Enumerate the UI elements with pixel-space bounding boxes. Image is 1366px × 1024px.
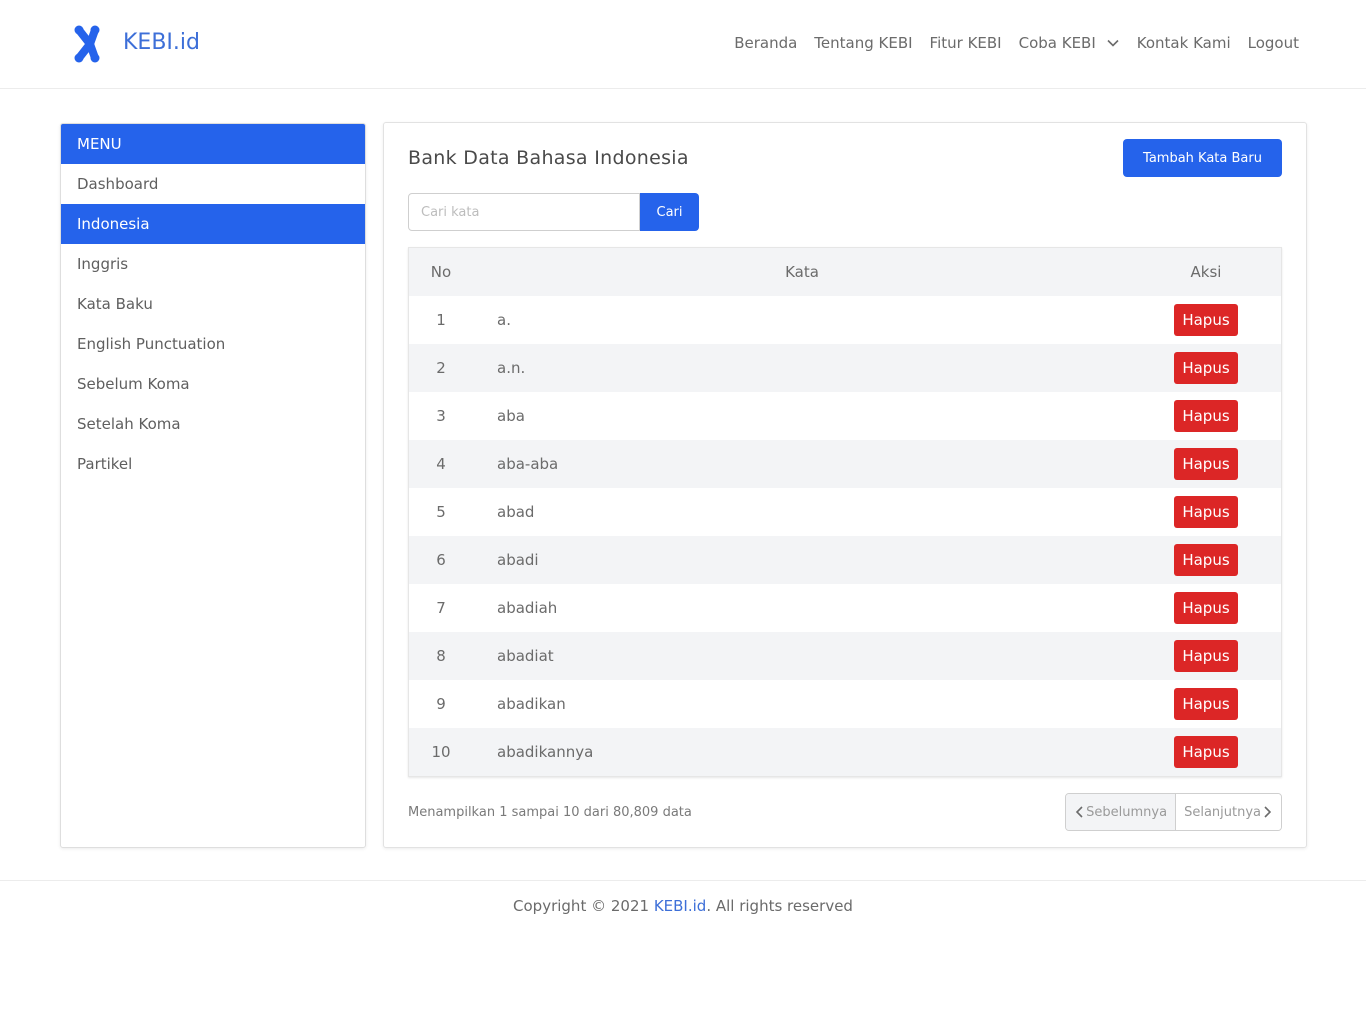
nav-beranda[interactable]: Beranda [734,34,797,52]
nav-coba-kebi[interactable]: Coba KEBI [1019,34,1120,52]
sidebar-item-sebelum-koma[interactable]: Sebelum Koma [61,364,365,404]
footer-copyright-suffix: . All rights reserved [706,897,853,915]
sidebar-item-setelah-koma[interactable]: Setelah Koma [61,404,365,444]
row-word: a.n. [497,359,526,377]
table-header-row: No Kata Aksi [409,248,1281,296]
sidebar-menu: MENU Dashboard Indonesia Inggris Kata Ba… [60,123,366,848]
table-row: 1 a. Hapus [409,296,1281,344]
search-input[interactable] [408,193,640,231]
delete-button[interactable]: Hapus [1174,736,1238,768]
delete-button[interactable]: Hapus [1174,544,1238,576]
row-word: aba [497,407,525,425]
row-number: 10 [431,743,451,761]
row-number: 7 [436,599,446,617]
pagination-info: Menampilkan 1 sampai 10 dari 80,809 data [408,805,692,820]
delete-button[interactable]: Hapus [1174,688,1238,720]
chevron-left-icon [1076,806,1083,818]
word-table: No Kata Aksi 1 a. Hapus 2 a.n. Hapus 3 a… [409,248,1281,776]
chevron-down-icon [1107,39,1119,47]
nav-logout[interactable]: Logout [1248,34,1299,52]
row-number: 8 [436,647,446,665]
delete-button[interactable]: Hapus [1174,640,1238,672]
nav-kontak-kami[interactable]: Kontak Kami [1137,34,1231,52]
table-row: 8 abadiat Hapus [409,632,1281,680]
row-word: abadikannya [497,743,594,761]
table-row: 5 abad Hapus [409,488,1281,536]
previous-page-label: Sebelumnya [1086,804,1168,820]
kebi-x-logo-icon[interactable] [72,24,102,64]
delete-button[interactable]: Hapus [1174,304,1238,336]
row-number: 4 [436,455,446,473]
nav-tentang-kebi[interactable]: Tentang KEBI [814,34,912,52]
row-number: 1 [436,311,446,329]
row-word: aba-aba [497,455,559,473]
table-row: 2 a.n. Hapus [409,344,1281,392]
footer: Copyright © 2021 KEBI.id. All rights res… [0,880,1366,940]
search-button[interactable]: Cari [640,193,699,231]
sidebar-item-dashboard[interactable]: Dashboard [61,164,365,204]
row-word: a. [497,311,511,329]
main-nav: Beranda Tentang KEBI Fitur KEBI Coba KEB… [717,34,1299,52]
sidebar-item-kata-baku[interactable]: Kata Baku [61,284,365,324]
top-navbar: KEBI.id Beranda Tentang KEBI Fitur KEBI … [0,0,1366,89]
word-table-container: No Kata Aksi 1 a. Hapus 2 a.n. Hapus 3 a… [408,247,1282,777]
delete-button[interactable]: Hapus [1174,352,1238,384]
nav-coba-kebi-label: Coba KEBI [1018,34,1096,52]
table-body: 1 a. Hapus 2 a.n. Hapus 3 aba Hapus 4 ab… [409,296,1281,776]
row-word: abadikan [497,695,566,713]
table-row: 7 abadiah Hapus [409,584,1281,632]
next-page-label: Selanjutnya [1184,804,1261,820]
column-header-no: No [430,263,452,281]
sidebar-item-indonesia[interactable]: Indonesia [61,204,365,244]
column-header-aksi: Aksi [1190,263,1222,281]
column-header-kata: Kata [785,263,819,281]
table-row: 9 abadikan Hapus [409,680,1281,728]
sidebar-item-english-punctuation[interactable]: English Punctuation [61,324,365,364]
delete-button[interactable]: Hapus [1174,400,1238,432]
delete-button[interactable]: Hapus [1174,496,1238,528]
next-page-button[interactable]: Selanjutnya [1176,794,1281,830]
word-bank-card: Bank Data Bahasa Indonesia Tambah Kata B… [383,122,1307,848]
table-row: 6 abadi Hapus [409,536,1281,584]
footer-brand-link[interactable]: KEBI.id [654,897,707,915]
row-number: 5 [436,503,446,521]
delete-button[interactable]: Hapus [1174,448,1238,480]
table-row: 3 aba Hapus [409,392,1281,440]
table-row: 4 aba-aba Hapus [409,440,1281,488]
row-number: 2 [436,359,446,377]
row-word: abadi [497,551,539,569]
chevron-right-icon [1264,806,1272,818]
pagination: Sebelumnya Selanjutnya [1065,793,1282,831]
sidebar-heading: MENU [61,124,365,164]
brand-name[interactable]: KEBI.id [123,30,200,55]
table-row: 10 abadikannya Hapus [409,728,1281,776]
row-number: 3 [436,407,446,425]
row-number: 6 [436,551,446,569]
sidebar-item-inggris[interactable]: Inggris [61,244,365,284]
footer-copyright-prefix: Copyright © 2021 [513,897,654,915]
page-title: Bank Data Bahasa Indonesia [408,147,689,169]
delete-button[interactable]: Hapus [1174,592,1238,624]
sidebar-item-partikel[interactable]: Partikel [61,444,365,484]
row-number: 9 [436,695,446,713]
nav-fitur-kebi[interactable]: Fitur KEBI [930,34,1002,52]
add-word-button[interactable]: Tambah Kata Baru [1123,139,1282,177]
row-word: abadiah [497,599,558,617]
row-word: abadiat [497,647,554,665]
row-word: abad [497,503,535,521]
previous-page-button[interactable]: Sebelumnya [1066,794,1177,830]
